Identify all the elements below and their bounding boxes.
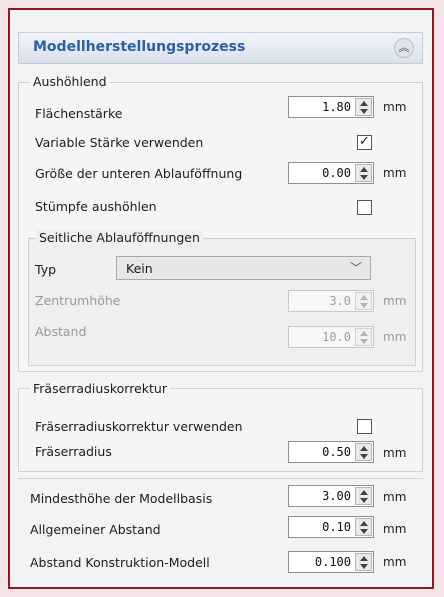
tool-radius-group-title: Fräserradiuskorrektur — [30, 381, 170, 396]
type-dropdown-value: Kein — [126, 261, 153, 276]
double-chevron-up-icon[interactable]: ︽ — [394, 38, 414, 58]
tool-radius-use-checkbox[interactable] — [357, 419, 372, 434]
panel-title: Modellherstellungsprozess — [33, 39, 246, 55]
center-height-label: Zentrumhöhe — [35, 293, 121, 308]
tool-radius-stepper[interactable]: 0.50 — [288, 441, 374, 463]
stepper-arrows[interactable] — [355, 443, 372, 461]
general-gap-label: Allgemeiner Abstand — [30, 522, 161, 537]
tool-radius-value: 0.50 — [322, 445, 351, 459]
panel-header[interactable]: Modellherstellungsprozess ︽ — [18, 32, 423, 64]
variable-thickness-checkbox[interactable]: ✓ — [357, 135, 372, 150]
tool-radius-use-label: Fräserradiuskorrektur verwenden — [35, 419, 243, 434]
bottom-drain-label: Größe der unteren Ablauföffnung — [35, 166, 243, 181]
wall-thickness-stepper[interactable]: 1.80 — [288, 96, 374, 118]
hollow-stumps-checkbox[interactable] — [357, 200, 372, 215]
general-gap-value: 0.10 — [322, 520, 351, 534]
variable-thickness-label: Variable Stärke verwenden — [35, 135, 204, 150]
min-height-stepper[interactable]: 3.00 — [288, 485, 374, 507]
chevron-down-icon: ﹀ — [349, 261, 362, 275]
type-dropdown[interactable]: Kein ﹀ — [116, 256, 371, 280]
hollow-stumps-label: Stümpfe aushöhlen — [35, 199, 157, 214]
bottom-drain-unit: mm — [383, 166, 407, 180]
stepper-arrows[interactable] — [355, 553, 372, 571]
center-height-value: 3.0 — [329, 294, 351, 308]
stepper-arrows[interactable] — [355, 292, 372, 310]
center-height-stepper[interactable]: 3.0 — [288, 290, 374, 312]
min-height-value: 3.00 — [322, 489, 351, 503]
type-label: Typ — [35, 262, 57, 277]
stepper-arrows[interactable] — [355, 487, 372, 505]
distance-value: 10.0 — [322, 330, 351, 344]
tool-radius-unit: mm — [383, 446, 407, 460]
construction-gap-stepper[interactable]: 0.100 — [288, 551, 374, 573]
wall-thickness-unit: mm — [383, 100, 407, 114]
side-drains-group-title: Seitliche Ablauföffnungen — [36, 230, 203, 245]
stepper-arrows[interactable] — [355, 518, 372, 536]
general-gap-stepper[interactable]: 0.10 — [288, 516, 374, 538]
stepper-arrows[interactable] — [355, 164, 372, 182]
wall-thickness-value: 1.80 — [322, 100, 351, 114]
stepper-arrows[interactable] — [355, 328, 372, 346]
wall-thickness-label: Flächenstärke — [35, 106, 123, 121]
bottom-drain-value: 0.00 — [322, 166, 351, 180]
stepper-arrows[interactable] — [355, 98, 372, 116]
distance-label: Abstand — [35, 324, 87, 339]
distance-stepper[interactable]: 10.0 — [288, 326, 374, 348]
tool-radius-label: Fräserradius — [35, 444, 112, 459]
center-height-unit: mm — [383, 294, 407, 308]
construction-gap-unit: mm — [383, 555, 407, 569]
general-gap-unit: mm — [383, 522, 407, 536]
hollowing-group-title: Aushöhlend — [30, 74, 110, 89]
bottom-drain-stepper[interactable]: 0.00 — [288, 162, 374, 184]
divider — [18, 478, 423, 479]
min-height-label: Mindesthöhe der Modellbasis — [30, 491, 213, 506]
distance-unit: mm — [383, 330, 407, 344]
construction-gap-label: Abstand Konstruktion-Modell — [30, 555, 210, 570]
min-height-unit: mm — [383, 490, 407, 504]
construction-gap-value: 0.100 — [314, 555, 351, 569]
